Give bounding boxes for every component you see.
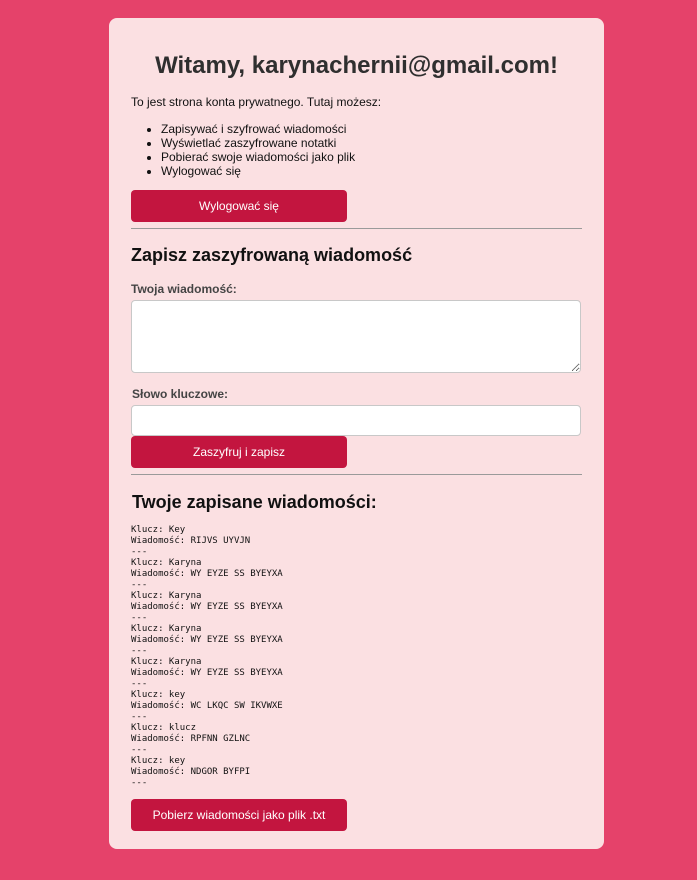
entry-key-line: Klucz: Key [131, 525, 186, 535]
saved-message-entry: Klucz: Karyna Wiadomość: WY EYZE SS BYEY… [131, 591, 582, 624]
entry-key-line: Klucz: key [131, 690, 186, 700]
entry-key-line: Klucz: klucz [131, 723, 197, 733]
saved-section-title: Twoje zapisane wiadomości: [132, 492, 377, 512]
entry-message-line: Wiadomość: NDGOR BYFPI [131, 767, 251, 777]
entry-key-line: Klucz: Karyna [131, 591, 202, 601]
entry-key-line: Klucz: Karyna [131, 558, 202, 568]
entry-separator: --- [131, 745, 148, 755]
entry-key-line: Klucz: Karyna [131, 624, 202, 634]
entry-key-line: Klucz: Karyna [131, 657, 202, 667]
saved-message-entry: Klucz: Karyna Wiadomość: WY EYZE SS BYEY… [131, 624, 582, 657]
divider [131, 474, 582, 475]
key-input[interactable] [131, 405, 581, 436]
entry-separator: --- [131, 646, 148, 656]
feature-item: Wylogować się [161, 164, 582, 178]
feature-item: Pobierać swoje wiadomości jako plik [161, 150, 582, 164]
entry-separator: --- [131, 679, 148, 689]
message-label: Twoja wiadomość: [131, 282, 237, 296]
download-txt-button[interactable]: Pobierz wiadomości jako plik .txt [131, 799, 347, 831]
account-card: Witamy, karynachernii@gmail.com! To jest… [109, 18, 604, 849]
entry-message-line: Wiadomość: WY EYZE SS BYEYXA [131, 569, 283, 579]
encrypt-save-button[interactable]: Zaszyfruj i zapisz [131, 436, 347, 468]
logout-button[interactable]: Wylogować się [131, 190, 347, 222]
entry-message-line: Wiadomość: WC LKQC SW IKVWXE [131, 701, 283, 711]
feature-list: Zapisywać i szyfrować wiadomości Wyświet… [131, 122, 582, 178]
entry-separator: --- [131, 580, 148, 590]
saved-message-entry: Klucz: key Wiadomość: WC LKQC SW IKVWXE … [131, 690, 582, 723]
saved-message-entry: Klucz: Key Wiadomość: RIJVS UYVJN --- [131, 525, 582, 558]
saved-message-entry: Klucz: Karyna Wiadomość: WY EYZE SS BYEY… [131, 657, 582, 690]
entry-separator: --- [131, 547, 148, 557]
saved-message-entry: Klucz: key Wiadomość: NDGOR BYFPI --- [131, 756, 582, 789]
entry-message-line: Wiadomość: WY EYZE SS BYEYXA [131, 602, 283, 612]
feature-item: Wyświetlać zaszyfrowane notatki [161, 136, 582, 150]
entry-message-line: Wiadomość: RPFNN GZLNC [131, 734, 251, 744]
entry-message-line: Wiadomość: RIJVS UYVJN [131, 536, 251, 546]
page-title: Witamy, karynachernii@gmail.com! [155, 52, 558, 79]
entry-message-line: Wiadomość: WY EYZE SS BYEYXA [131, 635, 283, 645]
entry-message-line: Wiadomość: WY EYZE SS BYEYXA [131, 668, 283, 678]
intro-text: To jest strona konta prywatnego. Tutaj m… [131, 95, 382, 109]
entry-separator: --- [131, 712, 148, 722]
entry-separator: --- [131, 613, 148, 623]
key-label: Słowo kluczowe: [132, 387, 229, 401]
entry-separator: --- [131, 778, 148, 788]
save-section-title: Zapisz zaszyfrowaną wiadomość [131, 245, 413, 265]
feature-item: Zapisywać i szyfrować wiadomości [161, 122, 582, 136]
divider [131, 228, 582, 229]
entry-key-line: Klucz: key [131, 756, 186, 766]
message-input[interactable] [131, 300, 581, 373]
saved-message-entry: Klucz: Karyna Wiadomość: WY EYZE SS BYEY… [131, 558, 582, 591]
saved-messages-list: Klucz: Key Wiadomość: RIJVS UYVJN --- Kl… [131, 525, 582, 789]
saved-message-entry: Klucz: klucz Wiadomość: RPFNN GZLNC --- [131, 723, 582, 756]
